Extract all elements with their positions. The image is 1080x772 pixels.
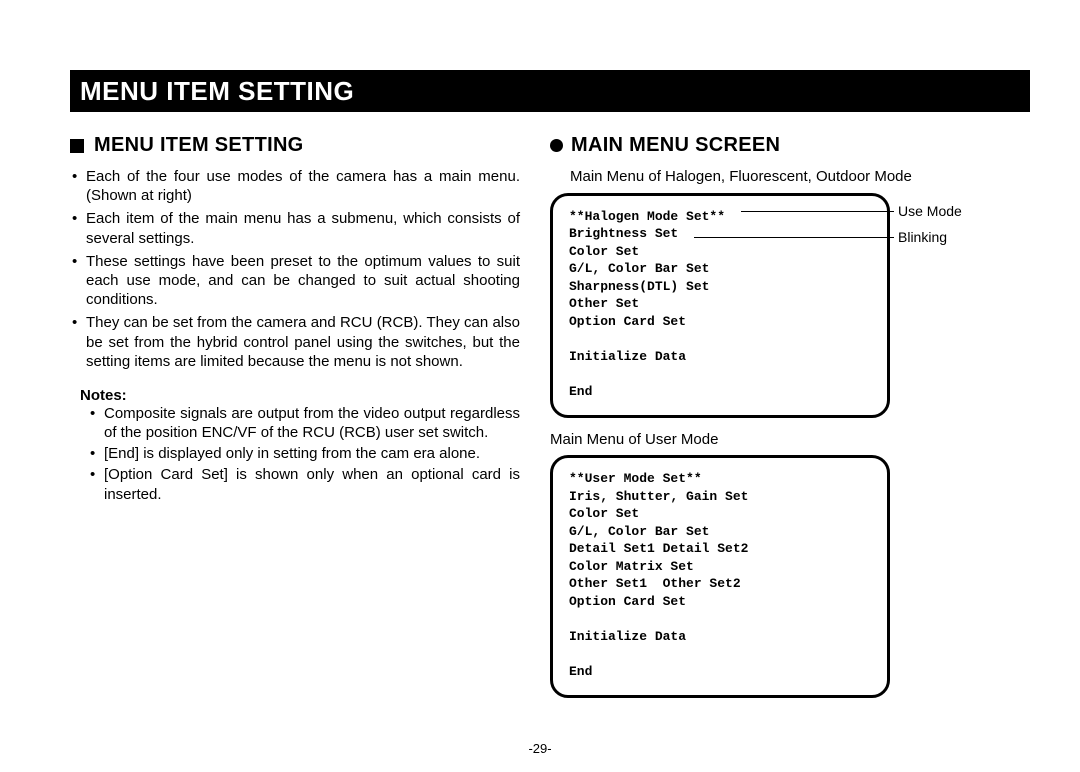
caption-2: Main Menu of User Mode — [550, 430, 990, 450]
left-bullet-list: Each of the four use modes of the camera… — [70, 167, 520, 371]
square-bullet-icon — [70, 139, 84, 153]
right-heading-text: MAIN MENU SCREEN — [571, 134, 780, 157]
list-item: [End] is displayed only in setting from … — [104, 444, 520, 463]
screen-1: **Halogen Mode Set** Brightness Set Colo… — [550, 193, 890, 418]
left-heading-text: MENU ITEM SETTING — [94, 134, 304, 157]
list-item: They can be set from the camera and RCU … — [86, 313, 520, 371]
notes-list: Composite signals are output from the vi… — [70, 404, 520, 504]
callout-text-1: Use Mode — [896, 202, 962, 220]
left-heading: MENU ITEM SETTING — [70, 134, 520, 157]
list-item: Each item of the main menu has a submenu… — [86, 209, 520, 247]
screen-2: **User Mode Set** Iris, Shutter, Gain Se… — [550, 455, 890, 698]
right-column: MAIN MENU SCREEN Main Menu of Halogen, F… — [550, 134, 990, 710]
title-bar: MENU ITEM SETTING — [70, 70, 1030, 112]
columns: MENU ITEM SETTING Each of the four use m… — [70, 134, 1030, 710]
title-bar-text: MENU ITEM SETTING — [80, 76, 354, 107]
page-number: -29- — [0, 741, 1080, 756]
left-column: MENU ITEM SETTING Each of the four use m… — [70, 134, 520, 710]
manual-page: MENU ITEM SETTING MENU ITEM SETTING Each… — [0, 0, 1080, 772]
list-item: Composite signals are output from the vi… — [104, 404, 520, 442]
callout-text-2: Blinking — [896, 228, 947, 246]
caption-1: Main Menu of Halogen, Fluorescent, Outdo… — [570, 167, 990, 187]
list-item: [Option Card Set] is shown only when an … — [104, 465, 520, 503]
notes-label: Notes: — [80, 387, 520, 404]
list-item: Each of the four use modes of the camera… — [86, 167, 520, 205]
list-item: These settings have been preset to the o… — [86, 252, 520, 310]
screen-1-wrap: **Halogen Mode Set** Brightness Set Colo… — [550, 193, 970, 418]
round-bullet-icon — [550, 139, 563, 152]
right-heading: MAIN MENU SCREEN — [550, 134, 990, 157]
